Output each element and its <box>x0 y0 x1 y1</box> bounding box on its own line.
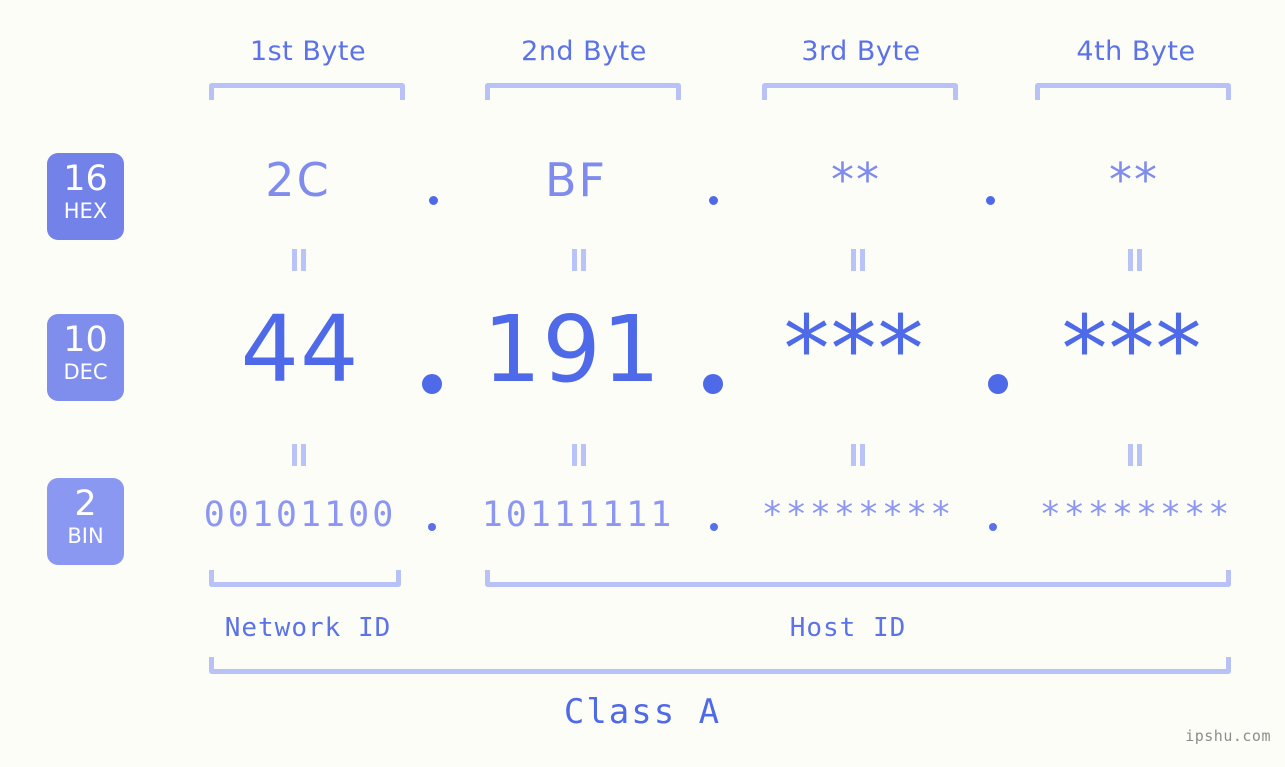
class-bracket <box>209 657 1231 674</box>
dec-byte-2: 191 <box>482 296 662 403</box>
byte-header-4: 4th Byte <box>1076 36 1196 67</box>
host-id-label: Host ID <box>789 613 907 643</box>
equals-mark-hex-dec-2 <box>566 249 592 271</box>
ip-address-breakdown-diagram: 1st Byte 2nd Byte 3rd Byte 4th Byte 16 H… <box>0 0 1285 767</box>
host-id-bracket <box>485 570 1231 587</box>
equals-mark-dec-bin-1 <box>286 444 312 466</box>
bin-byte-2: 10111111 <box>481 495 675 535</box>
dec-byte-3: *** <box>783 296 925 403</box>
hex-value-row: 2C BF ** ** <box>0 150 1285 230</box>
byte-header-3: 3rd Byte <box>801 36 921 67</box>
bin-byte-4: ******** <box>1039 495 1233 535</box>
network-id-bracket <box>209 570 401 587</box>
bin-byte-1: 00101100 <box>203 495 397 535</box>
hex-byte-4: ** <box>1109 153 1159 207</box>
equals-mark-hex-dec-3 <box>845 249 871 271</box>
byte-bracket-1 <box>209 83 405 100</box>
byte-bracket-4 <box>1035 83 1231 100</box>
equals-mark-hex-dec-1 <box>286 249 312 271</box>
class-label: Class A <box>0 692 1285 732</box>
equals-mark-dec-bin-2 <box>566 444 592 466</box>
dec-value-row: 44 191 *** *** <box>0 298 1285 408</box>
class-label-text: Class A <box>563 692 722 732</box>
hex-byte-1: 2C <box>265 153 331 207</box>
bin-value-row: 00101100 10111111 ******** ******** <box>0 492 1285 548</box>
byte-header-1: 1st Byte <box>249 36 367 67</box>
byte-bracket-3 <box>762 83 958 100</box>
byte-header-2: 2nd Byte <box>521 36 647 67</box>
hex-dot-2 <box>709 196 718 205</box>
equals-mark-dec-bin-4 <box>1122 444 1148 466</box>
equals-mark-dec-bin-3 <box>845 444 871 466</box>
network-id-label: Network ID <box>224 613 392 643</box>
hex-byte-3: ** <box>831 153 881 207</box>
dec-byte-1: 44 <box>240 296 360 403</box>
hex-dot-1 <box>429 196 438 205</box>
dec-byte-4: *** <box>1061 296 1203 403</box>
bin-dot-3 <box>989 523 997 531</box>
dec-dot-2 <box>703 374 723 394</box>
dec-dot-3 <box>988 374 1008 394</box>
hex-byte-2: BF <box>544 153 608 207</box>
bin-dot-2 <box>710 523 718 531</box>
watermark: ipshu.com <box>1185 727 1271 745</box>
bin-byte-3: ******** <box>761 495 955 535</box>
equals-mark-hex-dec-4 <box>1122 249 1148 271</box>
dec-dot-1 <box>422 374 442 394</box>
hex-dot-3 <box>986 196 995 205</box>
bin-dot-1 <box>428 523 436 531</box>
byte-bracket-2 <box>485 83 681 100</box>
